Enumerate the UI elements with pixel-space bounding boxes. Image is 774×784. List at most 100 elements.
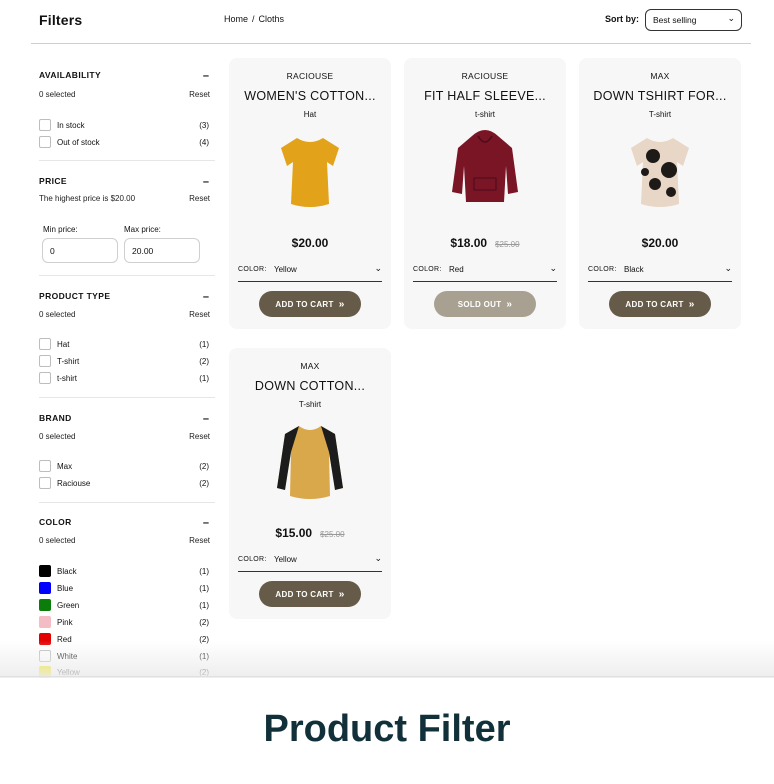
compare-at-price: $25.00 xyxy=(320,530,345,539)
color-select-label: COLOR: xyxy=(238,266,267,273)
product-card[interactable]: MAX DOWN TSHIRT FOR... T-shirt $20.00 COLOR:… xyxy=(579,58,741,329)
color-select-value[interactable]: Yellow xyxy=(274,265,297,274)
filter-option-out-of-stock[interactable]: Out of stock (4) xyxy=(39,136,209,148)
min-price-input[interactable]: 0 xyxy=(42,238,118,263)
filter-color-selected: 0 selected xyxy=(39,536,76,545)
chevron-down-icon[interactable]: ⌄ xyxy=(549,263,557,274)
color-select-value[interactable]: Red xyxy=(449,265,464,274)
checkbox[interactable] xyxy=(39,136,51,148)
color-select-value[interactable]: Black xyxy=(624,265,644,274)
add-to-cart-button[interactable]: ADD TO CART » xyxy=(259,581,361,607)
checkbox[interactable] xyxy=(39,355,51,367)
filter-option-color-pink[interactable]: Pink (2) xyxy=(39,616,209,628)
product-type: T-shirt xyxy=(648,110,672,119)
filter-option-raciouse[interactable]: Raciouse (2) xyxy=(39,477,209,489)
collapse-minus-icon[interactable]: – xyxy=(203,177,209,188)
product-image[interactable] xyxy=(275,416,345,502)
product-name[interactable]: DOWN TSHIRT FOR... xyxy=(579,89,741,103)
breadcrumb: Home / Cloths xyxy=(224,14,284,24)
color-swatch[interactable] xyxy=(39,582,51,594)
checkbox[interactable] xyxy=(39,460,51,472)
product-card[interactable]: MAX DOWN COTTON... T-shirt $15.00 $25.00 COLO… xyxy=(229,348,391,619)
checkbox[interactable] xyxy=(39,119,51,131)
collapse-minus-icon[interactable]: – xyxy=(203,71,209,82)
max-price-input[interactable]: 20.00 xyxy=(124,238,200,263)
checkbox[interactable] xyxy=(39,338,51,350)
sold-out-button[interactable]: SOLD OUT » xyxy=(434,291,536,317)
button-label: ADD TO CART xyxy=(625,299,684,309)
breadcrumb-current: Cloths xyxy=(258,14,285,24)
collapse-minus-icon[interactable]: – xyxy=(203,414,209,425)
color-select-underline xyxy=(588,281,732,282)
color-swatch[interactable] xyxy=(39,565,51,577)
filter-option-t-shirt-upper[interactable]: T-shirt (2) xyxy=(39,355,209,367)
sort-select-value: Best selling xyxy=(653,15,697,25)
filter-option-max[interactable]: Max (2) xyxy=(39,460,209,472)
color-select-label: COLOR: xyxy=(238,556,267,563)
max-price-label: Max price: xyxy=(124,225,161,234)
checkbox[interactable] xyxy=(39,372,51,384)
filter-option-t-shirt-lower[interactable]: t-shirt (1) xyxy=(39,372,209,384)
filter-option-in-stock[interactable]: In stock (3) xyxy=(39,119,209,131)
product-card[interactable]: RACIOUSE WOMEN'S COTTON... Hat $20.00 COLOR:… xyxy=(229,58,391,329)
filter-availability-title: AVAILABILITY xyxy=(39,70,102,80)
filter-option-color-blue[interactable]: Blue (1) xyxy=(39,582,209,594)
product-price: $20.00 xyxy=(641,236,679,250)
filter-price-reset[interactable]: Reset xyxy=(189,194,210,203)
footer-fade xyxy=(0,640,774,678)
add-to-cart-button[interactable]: ADD TO CART » xyxy=(609,291,711,317)
filter-product-type-reset[interactable]: Reset xyxy=(189,310,210,319)
chevron-down-icon[interactable]: ⌄ xyxy=(374,263,382,274)
color-swatch[interactable] xyxy=(39,599,51,611)
product-name[interactable]: FIT HALF SLEEVE... xyxy=(404,89,566,103)
color-option-label: Pink xyxy=(57,617,73,627)
product-card[interactable]: RACIOUSE FIT HALF SLEEVE... t-shirt $18.00 $… xyxy=(404,58,566,329)
double-chevron-right-icon: » xyxy=(506,298,513,310)
filter-price-title: PRICE xyxy=(39,176,67,186)
chevron-down-icon[interactable]: ⌄ xyxy=(374,553,382,564)
filter-brand-selected: 0 selected xyxy=(39,432,76,441)
sort-select[interactable]: Best selling ⌄ xyxy=(645,9,742,31)
section-divider xyxy=(39,275,215,276)
color-select-underline xyxy=(238,281,382,282)
filter-color-reset[interactable]: Reset xyxy=(189,536,210,545)
collapse-minus-icon[interactable]: – xyxy=(203,518,209,529)
button-label: SOLD OUT xyxy=(457,299,502,309)
color-select-value[interactable]: Yellow xyxy=(274,555,297,564)
product-name[interactable]: WOMEN'S COTTON... xyxy=(229,89,391,103)
color-select-underline xyxy=(238,571,382,572)
product-name[interactable]: DOWN COTTON... xyxy=(229,379,391,393)
chevron-down-icon: ⌄ xyxy=(727,13,735,23)
product-image[interactable] xyxy=(625,126,695,212)
filter-option-color-black[interactable]: Black (1) xyxy=(39,565,209,577)
product-price: $15.00 xyxy=(275,526,313,540)
double-chevron-right-icon: » xyxy=(338,298,345,310)
section-divider xyxy=(39,502,215,503)
breadcrumb-home-link[interactable]: Home xyxy=(224,14,248,24)
color-swatch[interactable] xyxy=(39,616,51,628)
filter-brand-reset[interactable]: Reset xyxy=(189,432,210,441)
product-image[interactable] xyxy=(450,126,520,212)
price-row: $20.00 xyxy=(579,236,741,250)
filter-price-highest: The highest price is $20.00 xyxy=(39,194,136,203)
footer-title: Product Filter xyxy=(263,708,511,750)
color-select-underline xyxy=(413,281,557,282)
double-chevron-right-icon: » xyxy=(688,298,695,310)
color-option-count: (1) xyxy=(199,600,209,610)
chevron-down-icon[interactable]: ⌄ xyxy=(724,263,732,274)
filter-option-color-green[interactable]: Green (1) xyxy=(39,599,209,611)
button-label: ADD TO CART xyxy=(275,299,334,309)
color-option-count: (1) xyxy=(199,583,209,593)
page-title: Filters xyxy=(39,12,83,28)
breadcrumb-separator: / xyxy=(252,14,255,24)
product-brand: RACIOUSE xyxy=(461,71,509,81)
filter-color-title: COLOR xyxy=(39,517,72,527)
product-image[interactable] xyxy=(275,126,345,212)
checkbox[interactable] xyxy=(39,477,51,489)
product-type: Hat xyxy=(303,110,317,119)
filter-availability-reset[interactable]: Reset xyxy=(189,90,210,99)
filter-brand-title: BRAND xyxy=(39,413,72,423)
add-to-cart-button[interactable]: ADD TO CART » xyxy=(259,291,361,317)
collapse-minus-icon[interactable]: – xyxy=(203,292,209,303)
filter-option-hat[interactable]: Hat (1) xyxy=(39,338,209,350)
